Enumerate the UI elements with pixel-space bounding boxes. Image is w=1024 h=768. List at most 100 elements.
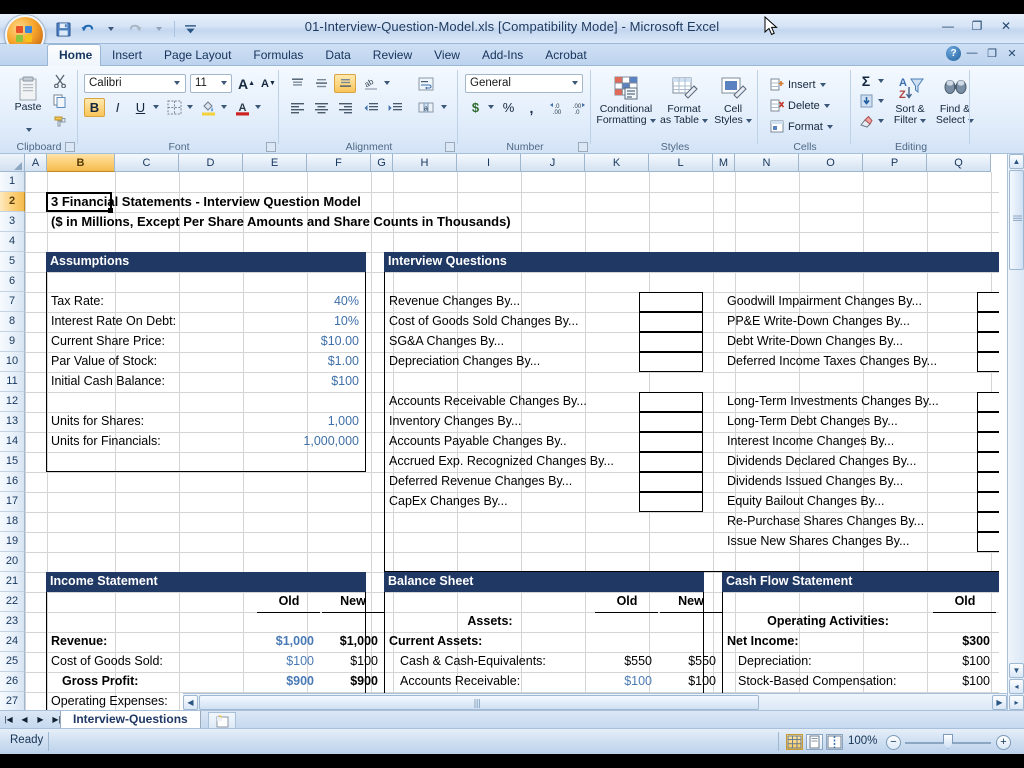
row-header-21[interactable]: 21	[0, 572, 25, 592]
alignment-dialog-launcher[interactable]	[445, 142, 455, 152]
interview-question-input[interactable]	[639, 392, 703, 412]
tab-formulas[interactable]: Formulas	[242, 44, 314, 66]
vertical-scrollbar[interactable]: ▲ ▼ ◂ ▸	[1007, 154, 1024, 710]
autosum-icon[interactable]: Σ	[856, 72, 876, 90]
orientation-dropdown-icon[interactable]	[384, 81, 390, 85]
column-header-E[interactable]: E	[243, 154, 307, 172]
font-dialog-launcher[interactable]	[266, 142, 276, 152]
interview-question-input[interactable]	[639, 452, 703, 472]
row-header-18[interactable]: 18	[0, 512, 25, 532]
align-right-icon[interactable]	[334, 98, 356, 117]
font-color-dropdown-icon[interactable]	[255, 105, 261, 109]
interview-question-input[interactable]	[639, 332, 703, 352]
row-header-23[interactable]: 23	[0, 612, 25, 632]
clear-icon[interactable]	[856, 112, 876, 130]
paste-button[interactable]: Paste	[6, 72, 50, 134]
font-name-input[interactable]: Calibri	[84, 74, 186, 93]
format-cells-button[interactable]: Format	[767, 117, 843, 136]
tab-data[interactable]: Data	[314, 44, 361, 66]
zoom-out-button[interactable]: −	[886, 735, 901, 750]
row-header-10[interactable]: 10	[0, 352, 25, 372]
row-header-16[interactable]: 16	[0, 472, 25, 492]
fill-color-icon[interactable]	[197, 98, 219, 117]
column-header-N[interactable]: N	[735, 154, 799, 172]
interview-question-input[interactable]	[639, 352, 703, 372]
underline-button[interactable]: U	[130, 98, 151, 117]
fill-down-icon[interactable]	[856, 92, 876, 110]
tab-add-ins[interactable]: Add-Ins	[471, 44, 534, 66]
zoom-in-button[interactable]: +	[996, 735, 1011, 750]
font-size-dropdown-icon[interactable]	[221, 81, 227, 85]
scroll-down-button[interactable]: ▼	[1009, 663, 1024, 678]
column-header-O[interactable]: O	[799, 154, 863, 172]
decrease-indent-icon[interactable]	[360, 98, 382, 117]
cell-styles-button[interactable]: Cell Styles	[711, 72, 755, 134]
decrease-decimal-icon[interactable]: .00.0	[567, 98, 587, 117]
horizontal-scroll-thumb[interactable]	[199, 695, 759, 710]
row-header-4[interactable]: 4	[0, 232, 25, 252]
row-header-13[interactable]: 13	[0, 412, 25, 432]
split-previous-pane-button[interactable]: ◂	[1009, 679, 1024, 694]
conditional-formatting-button[interactable]: Conditional Formatting	[595, 72, 657, 134]
fill-color-dropdown-icon[interactable]	[221, 105, 227, 109]
column-header-C[interactable]: C	[115, 154, 179, 172]
number-format-dropdown-icon[interactable]	[572, 81, 578, 85]
row-header-1[interactable]: 1	[0, 172, 25, 192]
italic-button[interactable]: I	[107, 98, 128, 117]
format-as-table-button[interactable]: Format as Table	[658, 72, 710, 134]
interview-question-input[interactable]	[977, 472, 999, 492]
interview-question-input[interactable]	[977, 312, 999, 332]
column-header-D[interactable]: D	[179, 154, 243, 172]
row-header-25[interactable]: 25	[0, 652, 25, 672]
normal-view-icon[interactable]	[786, 734, 803, 750]
merge-center-icon[interactable]: a	[414, 98, 438, 117]
copy-icon[interactable]	[50, 92, 70, 110]
clipboard-dialog-launcher[interactable]	[65, 142, 75, 152]
column-header-K[interactable]: K	[585, 154, 649, 172]
row-header-6[interactable]: 6	[0, 272, 25, 292]
row-header-20[interactable]: 20	[0, 552, 25, 572]
select-all-corner[interactable]	[0, 154, 25, 172]
close-workbook-button[interactable]: ✕	[1003, 45, 1021, 61]
page-break-view-icon[interactable]	[826, 734, 843, 750]
row-header-27[interactable]: 27	[0, 692, 25, 712]
tab-acrobat[interactable]: Acrobat	[534, 44, 597, 66]
underline-dropdown-icon[interactable]	[153, 105, 159, 109]
interview-question-input[interactable]	[977, 432, 999, 452]
align-top-icon[interactable]	[286, 74, 308, 93]
column-header-B[interactable]: B	[47, 154, 115, 172]
column-header-H[interactable]: H	[393, 154, 457, 172]
row-header-5[interactable]: 5	[0, 252, 25, 272]
column-header-M[interactable]: M	[713, 154, 735, 172]
insert-cells-button[interactable]: Insert	[767, 75, 843, 94]
previous-sheet-button[interactable]: ◀	[18, 712, 31, 727]
column-header-Q[interactable]: Q	[927, 154, 991, 172]
zoom-slider-thumb[interactable]	[943, 734, 953, 749]
first-sheet-button[interactable]: |◀	[2, 712, 15, 727]
horizontal-scrollbar[interactable]: ◀ ▶	[183, 693, 1007, 710]
borders-icon[interactable]	[163, 98, 185, 117]
interview-question-input[interactable]	[977, 332, 999, 352]
interview-question-input[interactable]	[977, 492, 999, 512]
accounting-dropdown-icon[interactable]	[488, 105, 494, 109]
column-header-F[interactable]: F	[307, 154, 371, 172]
scroll-up-button[interactable]: ▲	[1009, 154, 1024, 169]
cut-icon[interactable]	[50, 72, 70, 90]
next-sheet-button[interactable]: ▶	[34, 712, 47, 727]
insert-worksheet-button[interactable]	[208, 712, 236, 729]
interview-question-input[interactable]	[639, 472, 703, 492]
interview-question-input[interactable]	[639, 292, 703, 312]
tab-page-layout[interactable]: Page Layout	[153, 44, 242, 66]
scroll-right-button[interactable]: ▶	[992, 695, 1007, 710]
minimize-workbook-button[interactable]: —	[963, 45, 981, 61]
bold-button[interactable]: B	[84, 98, 105, 117]
number-dialog-launcher[interactable]	[578, 142, 588, 152]
orientation-icon[interactable]: ab	[360, 74, 382, 93]
align-left-icon[interactable]	[286, 98, 308, 117]
fill-dropdown-icon[interactable]	[878, 99, 884, 103]
sort-filter-button[interactable]: A Z Sort & Filter	[888, 72, 932, 134]
close-button[interactable]: ✕	[992, 16, 1020, 36]
tab-home[interactable]: Home	[47, 44, 101, 66]
column-header-G[interactable]: G	[371, 154, 393, 172]
row-header-11[interactable]: 11	[0, 372, 25, 392]
